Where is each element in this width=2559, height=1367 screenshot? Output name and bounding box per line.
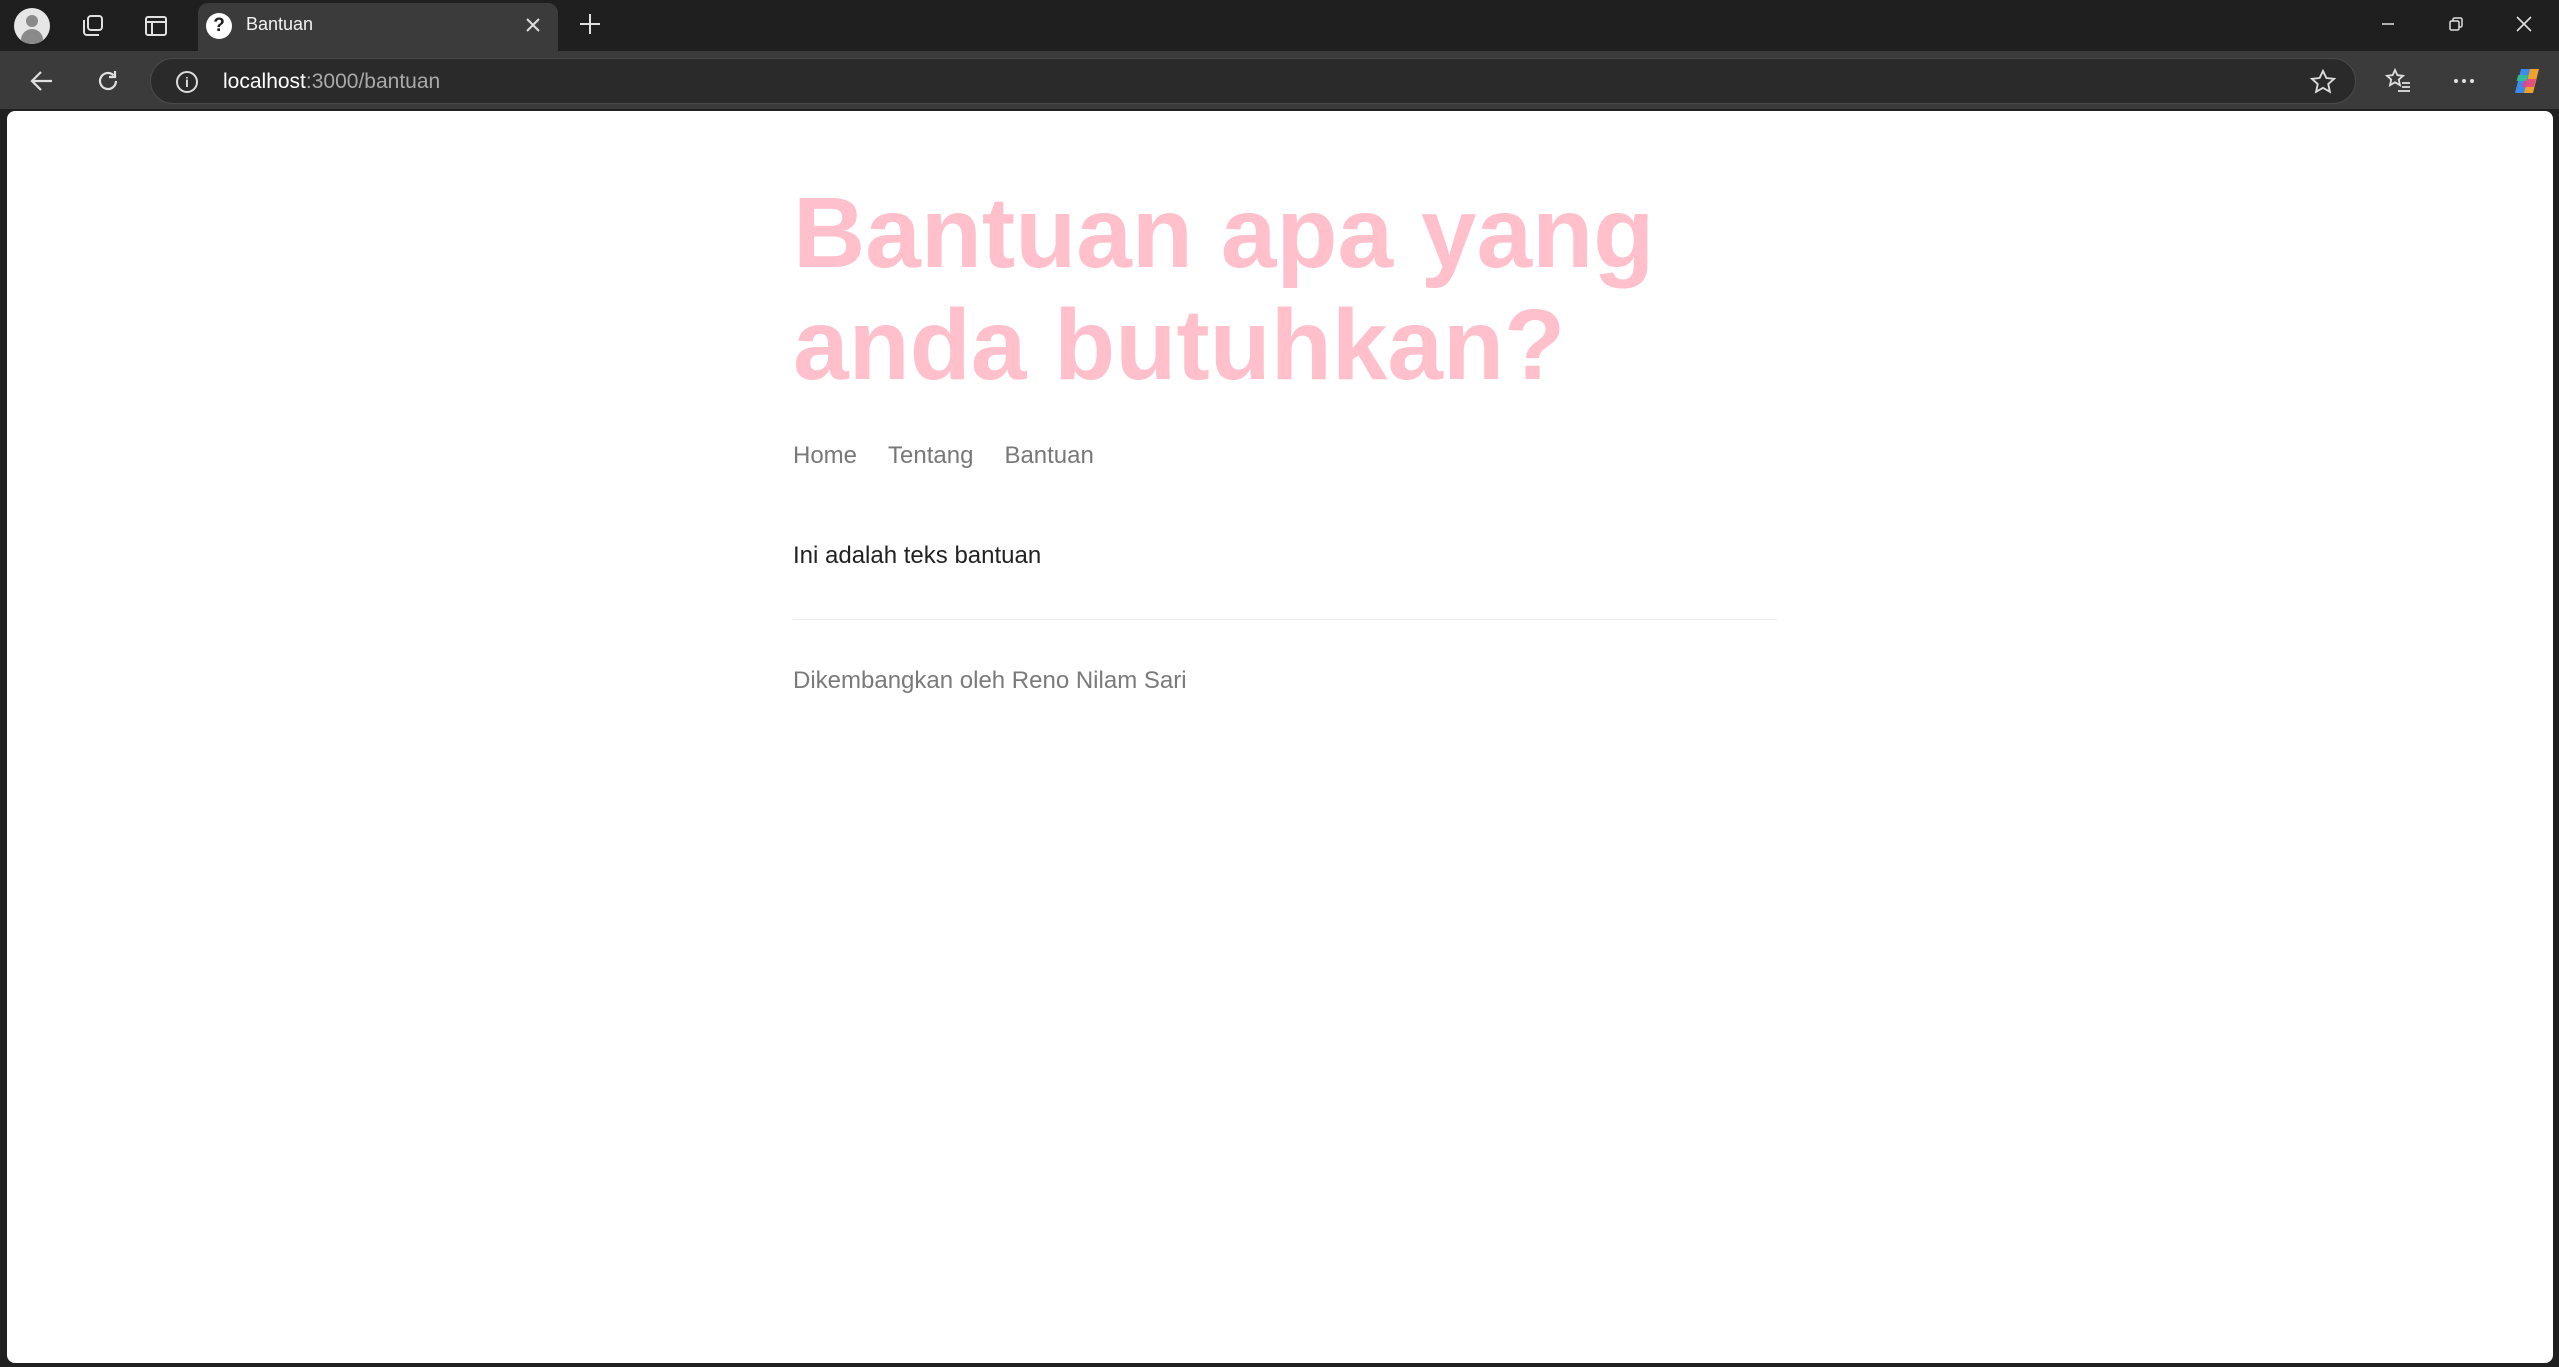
site-info-icon[interactable]: i	[176, 71, 198, 93]
url-text[interactable]: localhost:3000/bantuan	[223, 70, 440, 94]
page-viewport: Bantuan apa yang anda butuhkan? Home Ten…	[7, 111, 2553, 1363]
workspaces-icon[interactable]	[76, 10, 108, 42]
close-tab-icon[interactable]	[518, 10, 548, 40]
help-text: Ini adalah teks bantuan	[793, 542, 1042, 569]
restore-icon[interactable]	[2426, 4, 2486, 44]
address-bar[interactable]: i localhost:3000/bantuan	[150, 58, 2356, 104]
minimize-icon[interactable]	[2358, 4, 2418, 44]
profile-avatar-icon[interactable]	[14, 8, 50, 44]
favorite-star-icon[interactable]	[2309, 68, 2337, 96]
nav-link-home[interactable]: Home	[793, 442, 857, 470]
url-host: localhost	[223, 70, 306, 93]
help-favicon-icon: ?	[206, 13, 232, 39]
tab-actions-icon[interactable]	[140, 10, 172, 42]
favorites-icon[interactable]	[2376, 59, 2420, 103]
refresh-icon[interactable]	[86, 59, 130, 103]
site-nav: Home Tentang Bantuan	[793, 442, 1094, 470]
footer-credit: Dikembangkan oleh Reno Nilam Sari	[793, 667, 1187, 694]
tab-title: Bantuan	[246, 14, 314, 34]
back-arrow-icon[interactable]	[20, 59, 64, 103]
browser-nav-bar: i localhost:3000/bantuan	[0, 51, 2559, 109]
footer-divider	[793, 619, 1777, 620]
more-options-icon[interactable]	[2442, 59, 2486, 103]
page-heading: Bantuan apa yang anda butuhkan?	[793, 177, 1655, 401]
browser-tab-bar: ? Bantuan	[0, 0, 2559, 51]
close-window-icon[interactable]	[2494, 4, 2554, 44]
url-path: :3000/bantuan	[305, 70, 441, 93]
copilot-icon[interactable]	[2506, 59, 2550, 103]
new-tab-icon[interactable]	[572, 6, 608, 42]
nav-link-bantuan[interactable]: Bantuan	[1004, 442, 1093, 470]
nav-link-tentang[interactable]: Tentang	[888, 442, 973, 470]
